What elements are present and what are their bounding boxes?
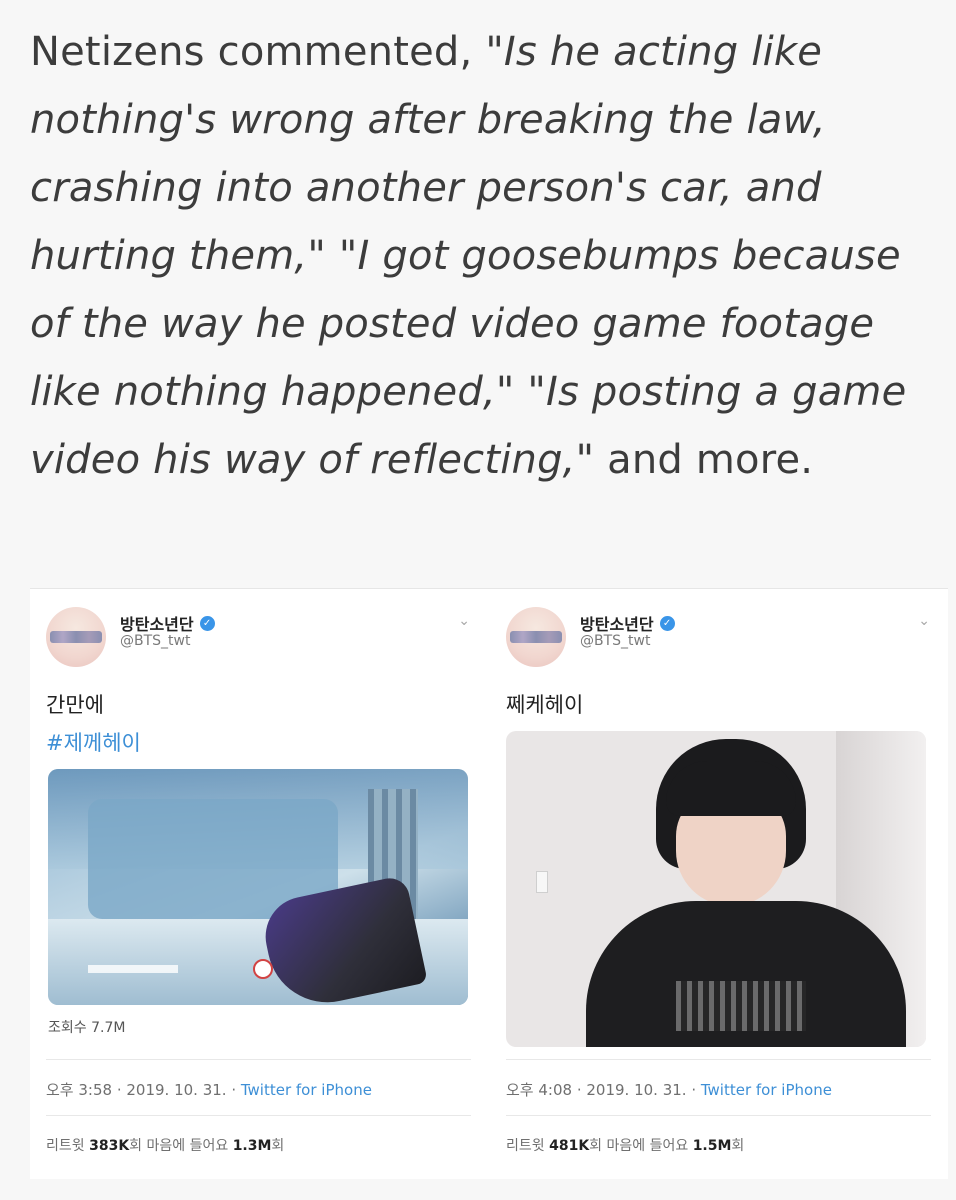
retweet-count[interactable]: 383K xyxy=(89,1138,129,1154)
retweet-unit: 회 마음에 들어요 xyxy=(589,1138,693,1154)
like-count[interactable]: 1.5M xyxy=(693,1138,732,1154)
display-name[interactable]: 방탄소년단 xyxy=(580,611,654,635)
display-name[interactable]: 방탄소년단 xyxy=(120,611,194,635)
tweet-card: 방탄소년단 ✓ @BTS_twt ⌄ 간만에 #제께헤이 조회수 7.7M 오후… xyxy=(46,589,476,1179)
chevron-down-icon[interactable]: ⌄ xyxy=(458,613,470,629)
retweet-unit: 회 마음에 들어요 xyxy=(129,1138,233,1154)
like-unit: 회 xyxy=(271,1138,285,1154)
divider xyxy=(506,1115,931,1116)
game-video-thumbnail[interactable] xyxy=(48,769,468,1005)
handle[interactable]: @BTS_twt xyxy=(580,633,650,649)
tweet-card: 방탄소년단 ✓ @BTS_twt ⌄ 쩨케헤이 오후 4:08 · 2019. … xyxy=(506,589,936,1179)
source-link[interactable]: Twitter for iPhone xyxy=(701,1081,832,1099)
tweet-screenshots: 방탄소년단 ✓ @BTS_twt ⌄ 간만에 #제께헤이 조회수 7.7M 오후… xyxy=(30,588,948,1179)
ultimate-icon xyxy=(253,959,273,979)
tweet-stats: 리트윗 481K회 마음에 들어요 1.5M회 xyxy=(506,1135,744,1155)
source-link[interactable]: Twitter for iPhone xyxy=(241,1081,372,1099)
verified-badge-icon: ✓ xyxy=(199,615,215,631)
like-count[interactable]: 1.3M xyxy=(233,1138,272,1154)
retweet-label: 리트윗 xyxy=(46,1138,90,1154)
tweet-meta: 오후 4:08 · 2019. 10. 31. · Twitter for iP… xyxy=(506,1079,832,1100)
article-quote: "Is he acting like nothing's wrong after… xyxy=(30,29,907,483)
divider xyxy=(46,1115,471,1116)
handle[interactable]: @BTS_twt xyxy=(120,633,190,649)
retweet-label: 리트윗 xyxy=(506,1138,550,1154)
selfie-photo[interactable] xyxy=(506,731,926,1047)
timestamp[interactable]: 오후 4:08 · 2019. 10. 31. · xyxy=(506,1081,701,1099)
view-count: 조회수 7.7M xyxy=(48,1020,126,1036)
verified-badge-icon: ✓ xyxy=(659,615,675,631)
retweet-count[interactable]: 481K xyxy=(549,1138,589,1154)
tweet-text: 쩨케헤이 xyxy=(506,693,584,717)
article-paragraph: Netizens commented, "Is he acting like n… xyxy=(30,18,950,494)
hashtag-link[interactable]: #제께헤이 xyxy=(46,727,141,757)
tweet-meta: 오후 3:58 · 2019. 10. 31. · Twitter for iP… xyxy=(46,1079,372,1100)
tweet-stats: 리트윗 383K회 마음에 들어요 1.3M회 xyxy=(46,1135,284,1155)
timestamp[interactable]: 오후 3:58 · 2019. 10. 31. · xyxy=(46,1081,241,1099)
chevron-down-icon[interactable]: ⌄ xyxy=(918,613,930,629)
like-unit: 회 xyxy=(731,1138,745,1154)
avatar[interactable] xyxy=(506,607,566,667)
article-outro: and more. xyxy=(594,437,814,483)
tweet-text: 간만에 xyxy=(46,693,104,717)
divider xyxy=(506,1059,931,1060)
article-intro: Netizens commented, xyxy=(30,29,486,75)
divider xyxy=(46,1059,471,1060)
avatar[interactable] xyxy=(46,607,106,667)
